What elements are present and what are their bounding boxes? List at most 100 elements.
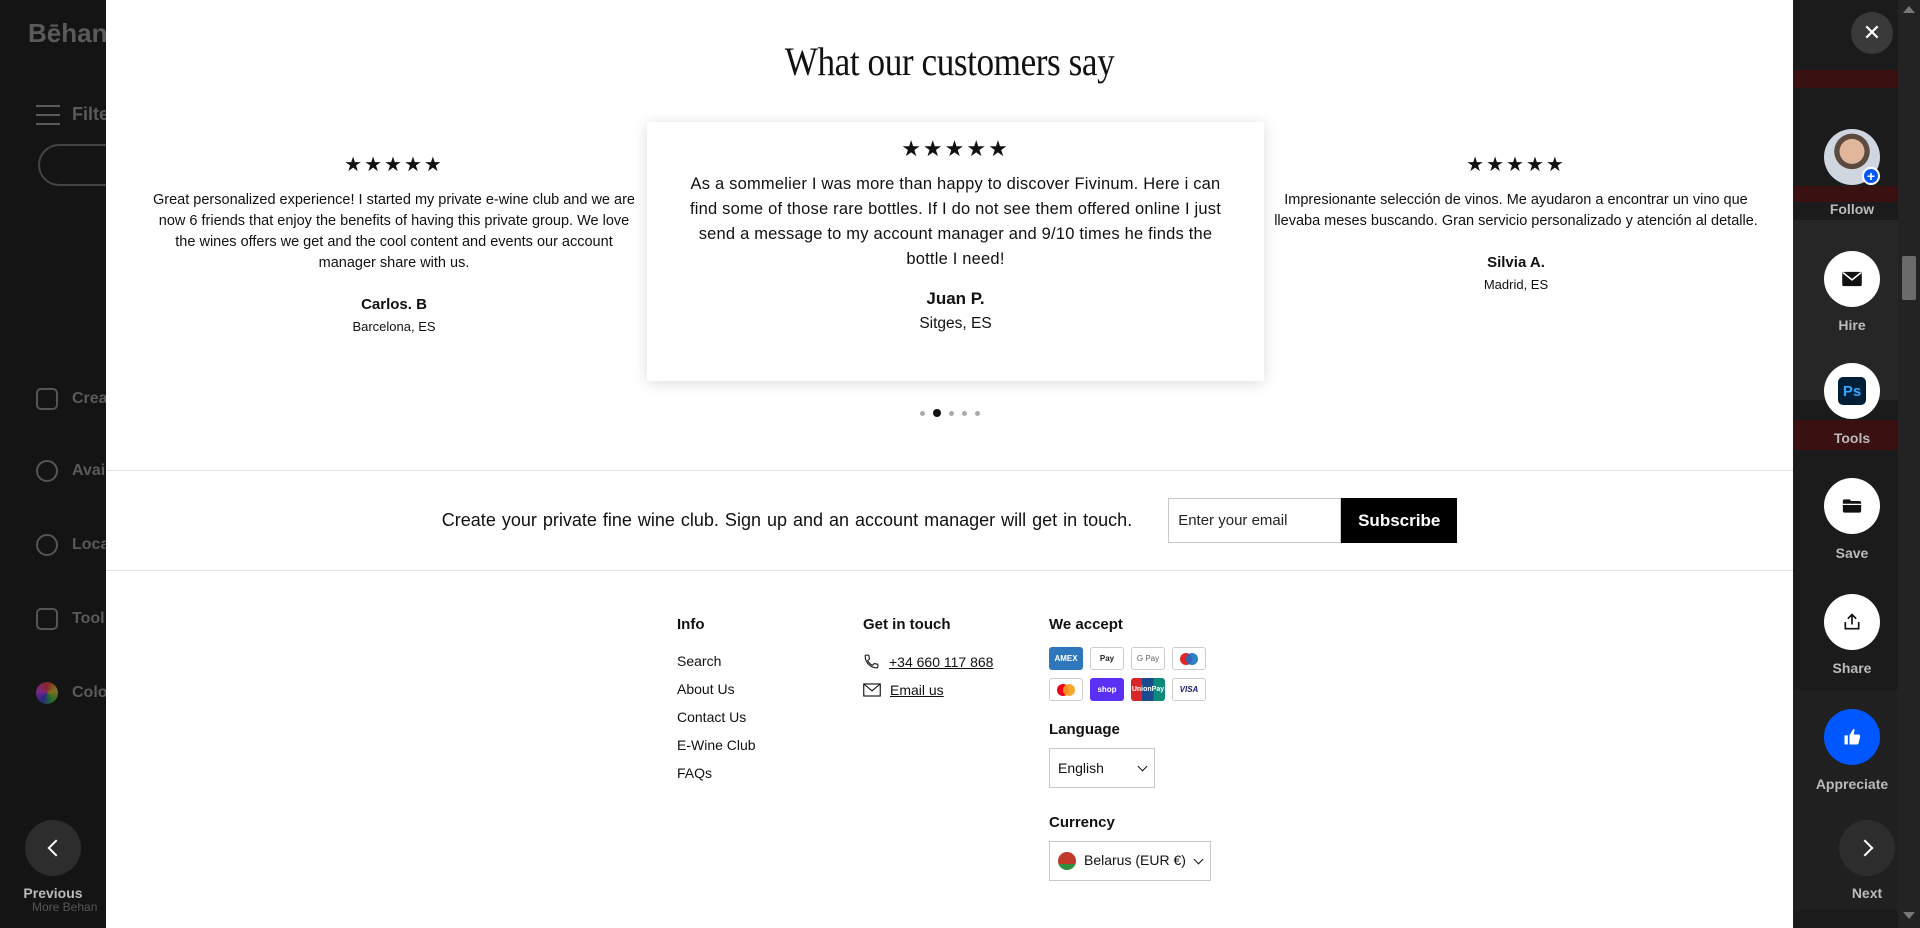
- scroll-up-icon[interactable]: [1903, 6, 1915, 13]
- apple-pay-icon: Pay: [1090, 647, 1124, 670]
- save-label: Save: [1835, 545, 1869, 561]
- footer-link-faqs[interactable]: FAQs: [677, 765, 756, 781]
- phone-icon: [864, 654, 879, 669]
- plus-icon[interactable]: +: [1862, 167, 1880, 185]
- language-value: English: [1058, 760, 1104, 776]
- more-behance-text: More Behan: [32, 900, 98, 914]
- background-strip: [1793, 186, 1898, 202]
- reviewer-name: Carlos. B: [361, 296, 427, 313]
- belarus-flag-icon: [1058, 852, 1076, 871]
- footer-link-about-us[interactable]: About Us: [677, 681, 756, 697]
- carousel-dot[interactable]: [974, 410, 980, 416]
- behance-logo: Bēhan: [28, 18, 106, 48]
- hire-button[interactable]: [1824, 251, 1880, 307]
- subscribe-button[interactable]: Subscribe: [1341, 498, 1458, 543]
- reviewer-location: Barcelona, ES: [352, 319, 436, 334]
- creative-fields-icon: [36, 388, 58, 410]
- background-pill: [38, 144, 106, 186]
- phone-number[interactable]: +34 660 117 868: [889, 654, 993, 670]
- mail-icon: [1842, 271, 1862, 287]
- close-button[interactable]: ✕: [1851, 12, 1893, 54]
- email-link[interactable]: Email us: [863, 682, 993, 698]
- share-button[interactable]: [1824, 594, 1880, 650]
- tools-button[interactable]: Ps: [1824, 363, 1880, 419]
- apple-pay-label: Pay: [1099, 654, 1115, 663]
- footer-payments-heading: We accept: [1049, 616, 1123, 633]
- currency-value: Belarus (EUR €): [1084, 851, 1186, 868]
- union-pay-icon: UnionPay: [1131, 678, 1165, 701]
- chevron-down-icon: [1193, 854, 1204, 864]
- review-text: Impresionante selección de vinos. Me ayu…: [1274, 192, 1758, 229]
- mail-icon: [863, 683, 881, 697]
- rating-stars: ★★★★★: [901, 137, 1010, 162]
- thumbs-up-icon: [1844, 728, 1861, 745]
- background-menu-item: Colo: [36, 682, 106, 704]
- rating-stars: ★★★★★: [1466, 152, 1566, 176]
- maestro-icon: [1172, 647, 1206, 670]
- newsletter-bar: Create your private fine wine club. Sign…: [106, 498, 1793, 543]
- background-menu-item: Loca: [36, 534, 106, 556]
- review-card: ★★★★★ Great personalized experience! I s…: [150, 152, 638, 334]
- footer-link-search[interactable]: Search: [677, 653, 756, 669]
- appreciate-label: Appreciate: [1815, 776, 1889, 792]
- visa-icon: VISA: [1172, 678, 1206, 701]
- review-text: Great personalized experience! I started…: [153, 192, 635, 271]
- newsletter-message: Create your private fine wine club. Sign…: [441, 510, 1133, 530]
- carousel-dots: [106, 409, 1793, 417]
- footer-payments-column: We accept AMEX Pay G Pay shop UnionPay V…: [1049, 616, 1219, 881]
- background-left-panel: Bēhan Filte Crea Avai Loca Tool Colo Mor…: [0, 0, 106, 928]
- scroll-down-icon[interactable]: [1903, 912, 1915, 919]
- currency-label: Currency: [1049, 814, 1115, 831]
- phone-link[interactable]: +34 660 117 868: [863, 653, 993, 670]
- background-menu-label: Tool: [72, 610, 105, 627]
- chevron-right-icon: [1856, 839, 1873, 857]
- reviewer-name: Juan P.: [926, 289, 985, 308]
- background-menu-label: Colo: [72, 684, 106, 701]
- filter-toggle: Filte: [36, 104, 106, 125]
- reviewer-name: Silvia A.: [1487, 254, 1545, 271]
- email-us-text[interactable]: Email us: [890, 682, 944, 698]
- footer-contact-column: Get in touch +34 660 117 868 Email us: [863, 616, 993, 710]
- photoshop-icon: Ps: [1838, 377, 1866, 405]
- scrollbar-thumb[interactable]: [1902, 256, 1916, 300]
- language-label: Language: [1049, 721, 1120, 738]
- review-card: ★★★★★ Impresionante selección de vinos. …: [1272, 152, 1760, 292]
- reviewer-location: Madrid, ES: [1483, 277, 1549, 292]
- save-button[interactable]: [1824, 478, 1880, 534]
- hire-label: Hire: [1838, 317, 1866, 333]
- email-input[interactable]: [1168, 498, 1342, 543]
- background-menu-label: Crea: [72, 390, 106, 407]
- next-button[interactable]: [1839, 820, 1895, 876]
- carousel-dot[interactable]: [919, 410, 925, 416]
- tools-label: Tools: [1833, 430, 1871, 446]
- currency-select[interactable]: Belarus (EUR €): [1049, 841, 1211, 881]
- background-menu-item: Crea: [36, 388, 106, 410]
- footer-info-column: Info Search About Us Contact Us E-Wine C…: [677, 616, 756, 793]
- testimonials-title: What our customers say: [784, 39, 1115, 84]
- previous-button[interactable]: [25, 820, 81, 876]
- background-menu-item: Avai: [36, 460, 105, 482]
- reviewer-location: Sitges, ES: [919, 315, 992, 332]
- footer-link-e-wine-club[interactable]: E-Wine Club: [677, 737, 756, 753]
- folder-icon: [1842, 499, 1862, 513]
- availability-icon: [36, 460, 58, 482]
- footer-link-contact-us[interactable]: Contact Us: [677, 709, 756, 725]
- carousel-dot[interactable]: [932, 409, 941, 417]
- chevron-down-icon: [1137, 761, 1148, 771]
- filter-icon: [36, 104, 60, 125]
- next-label: Next: [1851, 885, 1883, 901]
- carousel-dot[interactable]: [948, 410, 954, 416]
- background-strip: [1793, 70, 1898, 88]
- background-menu-label: Loca: [72, 536, 106, 553]
- close-icon: ✕: [1862, 20, 1882, 45]
- divider: [106, 470, 1793, 471]
- share-icon: [1844, 613, 1860, 630]
- share-label: Share: [1832, 660, 1872, 676]
- carousel-dot[interactable]: [961, 410, 967, 416]
- google-pay-icon: G Pay: [1131, 647, 1165, 670]
- appreciate-button[interactable]: [1824, 709, 1880, 765]
- rating-stars: ★★★★★: [344, 152, 444, 176]
- language-select[interactable]: English: [1049, 748, 1155, 788]
- footer-info-heading: Info: [677, 616, 705, 633]
- divider: [106, 570, 1793, 571]
